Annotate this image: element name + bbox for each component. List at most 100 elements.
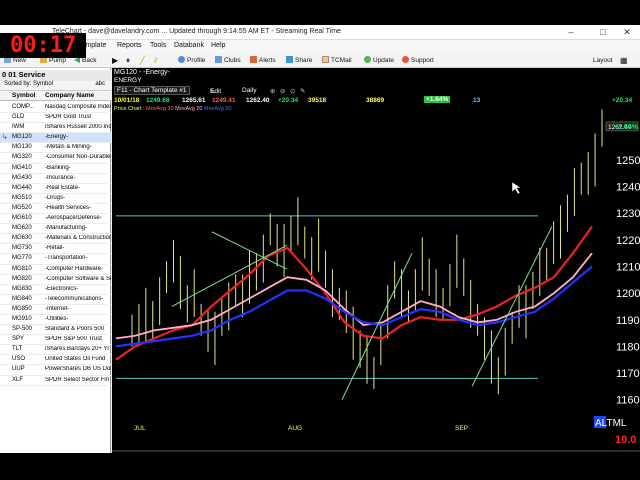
list-item-symbol: TLT [12, 346, 23, 353]
list-item[interactable]: MG810 -Computer Hardware- [0, 265, 111, 275]
tcmail-button[interactable]: TCMail [322, 55, 352, 66]
magnify-icon[interactable]: ⊙ [290, 87, 295, 95]
sort-abc-button[interactable]: abc [95, 81, 105, 87]
legend-ma3: MovAvg 50 [204, 106, 232, 112]
list-item[interactable]: IWM iShares Russell 2000 Index [0, 123, 111, 134]
list-item-name: -Retail- [45, 245, 65, 252]
y-tick-label: 1170 [616, 368, 640, 380]
list-item[interactable]: MG620 -Manufacturing- [0, 224, 111, 235]
list-item[interactable]: MG840 -Telecommunications- [0, 295, 111, 305]
list-item-name: SPDR S&P 500 Trust [45, 336, 102, 343]
list-item-symbol: MG810 [12, 265, 32, 272]
menu-databank[interactable]: Databank [174, 42, 204, 49]
list-item[interactable]: MG440 -Real Estate- [0, 184, 111, 194]
watchlist-title[interactable]: 0 01 Service [0, 70, 111, 81]
list-item[interactable]: MG910 -Utilities- [0, 315, 111, 326]
list-item-name: iShares Russell 2000 Index [45, 124, 111, 131]
list-item-name: -Materials & Construction- [45, 235, 111, 242]
list-item[interactable]: ↳ MG120 -Energy- [0, 133, 111, 144]
list-item[interactable]: MG430 -Insurance- [0, 174, 111, 184]
col-symbol[interactable]: Symbol [12, 92, 35, 99]
list-item[interactable]: USO United States Oil Fund [0, 355, 111, 366]
y-tick-label: 1220 [616, 235, 640, 247]
list-item[interactable]: MG830 -Electronics- [0, 285, 111, 295]
chart-window[interactable]: 1250 1240 1230 1220 1210 1200 1190 1180 1170 1160… [112, 68, 640, 453]
template-select[interactable]: F11 - Chart Template #1 [114, 86, 190, 95]
list-item[interactable]: MG630 -Materials & Construction- [0, 234, 111, 245]
pause-icon[interactable]: ⏸ [126, 55, 130, 66]
list-item-name: Nasdaq Composite Index [45, 104, 111, 110]
list-item-symbol: UUP [12, 366, 25, 373]
layout-button[interactable]: Layout [593, 55, 613, 66]
profile-button[interactable]: Profile [178, 55, 205, 66]
list-item[interactable]: SP-500 Standard & Poors 500 [0, 325, 111, 336]
list-item-symbol: MG770 [12, 255, 32, 262]
list-item[interactable]: GLD SPDR Gold Trust [0, 113, 111, 124]
y-tick-label: 1250 [616, 155, 640, 167]
list-item-name: -Computer Hardware- [45, 265, 104, 272]
list-item[interactable]: MG510 -Drugs- [0, 194, 111, 204]
list-item[interactable]: MG520 -Health Services- [0, 204, 111, 215]
close-button[interactable]: ✕ [616, 26, 638, 38]
maximize-button[interactable]: □ [592, 26, 614, 38]
y-tick-label: 1180 [616, 341, 640, 353]
list-item-name: -Banking- [45, 164, 71, 171]
list-item[interactable]: COMP... Nasdaq Composite Index [0, 103, 111, 114]
pencil-icon[interactable]: ✎ [300, 87, 305, 95]
list-item[interactable]: MG130 -Metals & Mining- [0, 143, 111, 154]
support-button[interactable]: Support [402, 55, 434, 66]
y-tick-label: 1160 [616, 395, 640, 407]
menu-tools[interactable]: Tools [150, 42, 166, 49]
list-item-name: -Electronics- [45, 285, 79, 292]
quote-percent-badge: +1.64% [424, 96, 451, 103]
col-company-name[interactable]: Company Name [45, 92, 94, 99]
trend-line-4 [471, 226, 553, 387]
update-icon [364, 56, 371, 63]
list-item-name: -Health Services- [45, 204, 92, 211]
clubs-button[interactable]: Clubs [215, 55, 241, 66]
quote-volume: 39518 [308, 97, 327, 104]
zoom-out-icon[interactable]: ⊖ [280, 87, 285, 95]
list-item[interactable]: MG850 -Internet- [0, 305, 111, 315]
chart-toolbar: F11 - Chart Template #1 ✎ Edit Daily ⊕ ⊖… [112, 86, 640, 96]
chart-legend: Price Chart : MovAvg 30 MovAvg 20 MovAvg… [114, 106, 231, 112]
list-item-name: -Computer Software & Services- [45, 275, 111, 282]
list-item[interactable]: MG820 -Computer Software & Services- [0, 275, 111, 285]
list-item-symbol: MG630 [12, 235, 32, 242]
minimize-button[interactable]: – [560, 26, 582, 38]
list-item[interactable]: XLF SPDR Select Sector Fin [0, 376, 111, 386]
price-chart[interactable]: 1250 1240 1230 1220 1210 1200 1190 1180 1170 1160… [112, 68, 640, 453]
list-item[interactable]: MG610 -Aerospace/Defense- [0, 214, 111, 225]
list-item[interactable]: MG770 -Transportation- [0, 254, 111, 265]
menu-help[interactable]: Help [211, 42, 225, 49]
list-item[interactable]: UUP PowerShares DB US Dollar [0, 365, 111, 376]
watchlist-columns: Symbol Company Name [0, 91, 111, 101]
list-item-symbol: MG120 [12, 134, 32, 141]
list-item[interactable]: MG320 -Consumer Non-Durables- [0, 153, 111, 164]
list-item-symbol: SP-500 [12, 326, 33, 333]
period-select[interactable]: Daily [242, 87, 256, 94]
legend-price: Price Chart : [114, 106, 145, 112]
alerts-button[interactable]: Alerts [250, 55, 276, 66]
play-icon[interactable]: ▶ [112, 55, 118, 66]
list-item-symbol: COMP... [12, 104, 35, 110]
quote-date: 10/01/18 [114, 97, 140, 104]
draw-parallel-icon[interactable]: ⫽ [154, 55, 158, 66]
list-item[interactable]: SPY SPDR S&P 500 Trust [0, 335, 111, 346]
list-item[interactable]: MG730 -Retail- [0, 244, 111, 255]
list-item-name: -Telecommunications- [45, 295, 104, 302]
draw-line-icon[interactable]: ╱ [140, 55, 145, 66]
legend-ma2: MovAvg 20 [175, 106, 203, 112]
update-button[interactable]: Update [364, 55, 394, 66]
list-item-symbol: MG130 [12, 144, 32, 151]
menu-reports[interactable]: Reports [117, 42, 142, 49]
sort-selector[interactable]: Sorted by: Symbol abc [0, 81, 111, 91]
list-item-symbol: MG620 [12, 225, 32, 232]
list-item-symbol: MG430 [12, 174, 32, 181]
layout-grid-icon[interactable]: ▦ [620, 55, 628, 66]
list-item[interactable]: TLT iShares Barclays 20+ Yr [0, 345, 111, 356]
list-item[interactable]: MG410 -Banking- [0, 164, 111, 174]
share-button[interactable]: Share [286, 55, 312, 66]
y-tick-label: 1190 [616, 315, 640, 327]
zoom-in-icon[interactable]: ⊕ [270, 87, 275, 95]
